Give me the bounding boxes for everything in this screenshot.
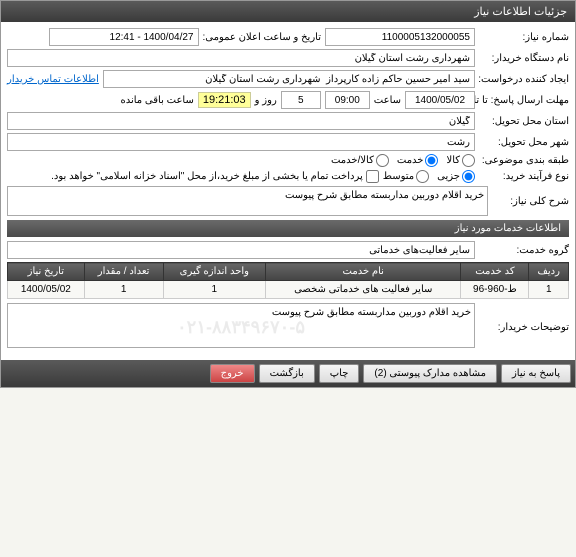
deadline-date-input[interactable] <box>405 91 475 109</box>
buyer-input[interactable] <box>7 49 475 67</box>
cell-radif: 1 <box>529 281 569 299</box>
process-label: نوع فرآیند خرید: <box>479 171 569 182</box>
row-buyer-notes: توضیحات خریدار: ۰۲۱-۸۸۳۴۹۶۷۰-۵ <box>7 303 569 351</box>
th-date: تاریخ نیاز <box>8 263 85 281</box>
th-code: کد خدمت <box>461 263 529 281</box>
buyer-notes-wrap: ۰۲۱-۸۸۳۴۹۶۷۰-۵ <box>7 303 475 351</box>
payment-checkbox[interactable] <box>366 170 379 183</box>
radio-khedmat[interactable] <box>425 154 438 167</box>
creator-label: ایجاد کننده درخواست: <box>479 74 569 85</box>
panel-header: جزئیات اطلاعات نیاز <box>1 1 575 22</box>
table-header-row: ردیف کد خدمت نام خدمت واحد اندازه گیری ت… <box>8 263 569 281</box>
th-unit: واحد اندازه گیری <box>163 263 266 281</box>
radio-motevaset-label[interactable]: متوسط <box>383 170 429 183</box>
service-group-label: گروه خدمت: <box>479 245 569 256</box>
remain-time-badge: 19:21:03 <box>198 92 251 108</box>
need-number-label: شماره نیاز: <box>479 32 569 43</box>
announce-input[interactable] <box>49 28 199 46</box>
radio-kala-label[interactable]: کالا <box>446 154 475 167</box>
radio-jozee[interactable] <box>462 170 475 183</box>
radio-jozee-label[interactable]: جزیی <box>437 170 475 183</box>
creator-input[interactable] <box>103 70 475 88</box>
process-radios: جزیی متوسط <box>383 170 475 183</box>
row-province: استان محل تحویل: <box>7 112 569 130</box>
subject-class-label: طبقه بندی موضوعی: <box>479 155 569 166</box>
deadline-label: مهلت ارسال پاسخ: تا تاریخ: <box>479 95 569 106</box>
rooz-label: روز و <box>255 95 277 106</box>
radio-kala[interactable] <box>462 154 475 167</box>
panel-title: جزئیات اطلاعات نیاز <box>474 6 567 18</box>
general-desc-label: شرح کلی نیاز: <box>492 196 569 207</box>
general-desc-textarea[interactable] <box>7 186 488 216</box>
buyer-notes-label: توضیحات خریدار: <box>479 322 569 333</box>
services-header: اطلاعات خدمات مورد نیاز <box>7 220 569 237</box>
subject-class-radios: کالا خدمت کالا/خدمت <box>331 154 475 167</box>
cell-qty: 1 <box>84 281 163 299</box>
row-city: شهر محل تحویل: <box>7 133 569 151</box>
th-name: نام خدمت <box>266 263 461 281</box>
row-subject-class: طبقه بندی موضوعی: کالا خدمت کالا/خدمت <box>7 154 569 167</box>
saat-label-1: ساعت <box>374 95 401 106</box>
service-group-input[interactable] <box>7 241 475 259</box>
buyer-notes-textarea[interactable] <box>7 303 475 348</box>
cell-date: 1400/05/02 <box>8 281 85 299</box>
table-row[interactable]: 1 ط-960-96 سایر فعالیت های خدماتی شخصی 1… <box>8 281 569 299</box>
province-input[interactable] <box>7 112 475 130</box>
radio-kalakhedmat-label[interactable]: کالا/خدمت <box>331 154 389 167</box>
day-value-input[interactable] <box>281 91 321 109</box>
payment-note-wrap: پرداخت تمام یا بخشی از مبلغ خرید،از محل … <box>7 170 379 183</box>
deadline-time-input[interactable] <box>325 91 370 109</box>
th-qty: تعداد / مقدار <box>84 263 163 281</box>
buyer-label: نام دستگاه خریدار: <box>479 53 569 64</box>
row-deadline: مهلت ارسال پاسخ: تا تاریخ: ساعت روز و 19… <box>7 91 569 109</box>
row-process: نوع فرآیند خرید: جزیی متوسط پرداخت تمام … <box>7 170 569 183</box>
cell-code: ط-960-96 <box>461 281 529 299</box>
radio-kalakhedmat[interactable] <box>376 154 389 167</box>
row-need-number: شماره نیاز: تاریخ و ساعت اعلان عمومی: <box>7 28 569 46</box>
remain-label: ساعت باقی مانده <box>120 95 193 106</box>
need-number-input[interactable] <box>325 28 475 46</box>
payment-note-text: پرداخت تمام یا بخشی از مبلغ خرید،از محل … <box>51 171 363 182</box>
row-general-desc: شرح کلی نیاز: <box>7 186 569 216</box>
attachments-button[interactable]: مشاهده مدارک پیوستی (2) <box>363 364 497 383</box>
cell-name: سایر فعالیت های خدماتی شخصی <box>266 281 461 299</box>
contact-link[interactable]: اطلاعات تماس خریدار <box>7 74 99 85</box>
main-panel: جزئیات اطلاعات نیاز شماره نیاز: تاریخ و … <box>0 0 576 388</box>
form-area: شماره نیاز: تاریخ و ساعت اعلان عمومی: نا… <box>1 22 575 360</box>
city-label: شهر محل تحویل: <box>479 137 569 148</box>
services-table: ردیف کد خدمت نام خدمت واحد اندازه گیری ت… <box>7 262 569 299</box>
respond-button[interactable]: پاسخ به نیاز <box>501 364 571 383</box>
row-service-group: گروه خدمت: <box>7 241 569 259</box>
th-radif: ردیف <box>529 263 569 281</box>
province-label: استان محل تحویل: <box>479 116 569 127</box>
row-buyer: نام دستگاه خریدار: <box>7 49 569 67</box>
back-button[interactable]: بازگشت <box>259 364 315 383</box>
print-button[interactable]: چاپ <box>319 364 360 383</box>
radio-khedmat-label[interactable]: خدمت <box>397 154 439 167</box>
cell-unit: 1 <box>163 281 266 299</box>
radio-motevaset[interactable] <box>416 170 429 183</box>
button-bar: پاسخ به نیاز مشاهده مدارک پیوستی (2) چاپ… <box>1 360 575 387</box>
announce-label: تاریخ و ساعت اعلان عمومی: <box>203 32 322 43</box>
row-creator: ایجاد کننده درخواست: اطلاعات تماس خریدار <box>7 70 569 88</box>
exit-button[interactable]: خروج <box>210 364 255 383</box>
city-input[interactable] <box>7 133 475 151</box>
